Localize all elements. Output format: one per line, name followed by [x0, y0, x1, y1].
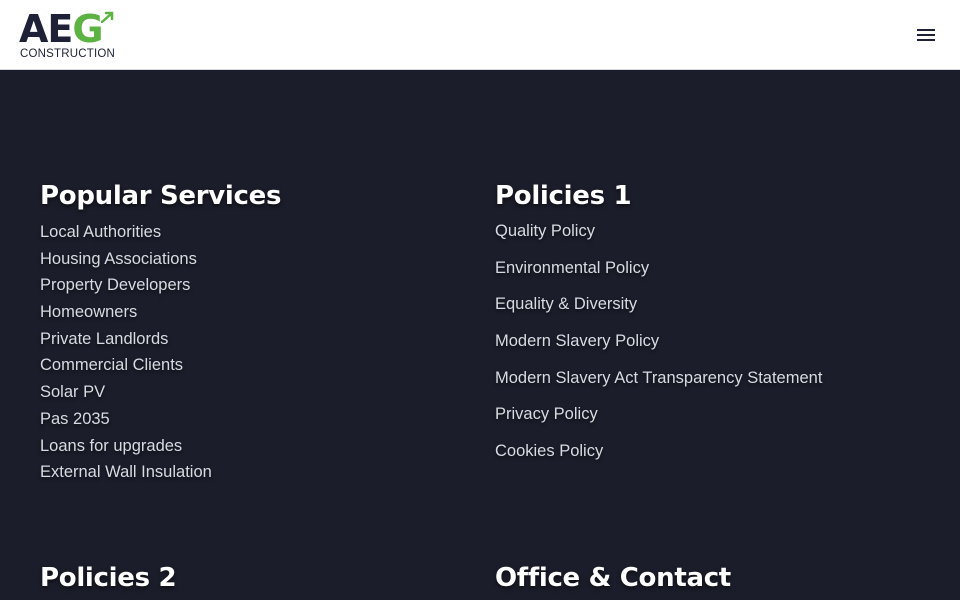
service-link[interactable]: External Wall Insulation — [40, 459, 281, 486]
policies-1-list: Quality Policy Environmental Policy Equa… — [495, 219, 822, 476]
policy-link[interactable]: Modern Slavery Act Transparency Statemen… — [495, 366, 822, 403]
policy-link[interactable]: Quality Policy — [495, 219, 822, 256]
popular-services-section: Popular Services Local Authorities Housi… — [40, 179, 281, 486]
service-link[interactable]: Commercial Clients — [40, 352, 281, 379]
policies-1-section: Policies 1 Quality Policy Environmental … — [495, 179, 822, 476]
policies-2-heading: Policies 2 — [40, 563, 177, 593]
popular-services-list: Local Authorities Housing Associations P… — [40, 219, 281, 486]
hamburger-menu-icon — [917, 29, 935, 41]
logo-arrow-icon — [101, 11, 114, 23]
service-link[interactable]: Private Landlords — [40, 326, 281, 353]
service-link[interactable]: Housing Associations — [40, 246, 281, 273]
service-link[interactable]: Pas 2035 — [40, 406, 281, 433]
menu-button[interactable] — [910, 22, 942, 48]
policy-link[interactable]: Environmental Policy — [495, 256, 822, 293]
policy-link[interactable]: Privacy Policy — [495, 402, 822, 439]
service-link[interactable]: Property Developers — [40, 272, 281, 299]
policy-link[interactable]: Equality & Diversity — [495, 292, 822, 329]
service-link[interactable]: Loans for upgrades — [40, 433, 281, 460]
policies-2-section: Policies 2 — [40, 561, 177, 595]
site-header: AEG CONSTRUCTION — [0, 0, 960, 70]
office-contact-heading: Office & Contact — [495, 563, 731, 593]
service-link[interactable]: Solar PV — [40, 379, 281, 406]
logo-subtitle: CONSTRUCTION — [20, 48, 116, 60]
popular-services-heading: Popular Services — [40, 181, 282, 211]
service-link[interactable]: Local Authorities — [40, 219, 281, 246]
policies-1-heading: Policies 1 — [495, 181, 632, 211]
office-contact-section: Office & Contact — [495, 561, 731, 595]
logo-wordmark: AEG — [19, 7, 104, 51]
service-link[interactable]: Homeowners — [40, 299, 281, 326]
policy-link[interactable]: Cookies Policy — [495, 439, 822, 476]
aeg-construction-logo[interactable]: AEG CONSTRUCTION — [19, 9, 119, 63]
policy-link[interactable]: Modern Slavery Policy — [495, 329, 822, 366]
footer-content: Popular Services Local Authorities Housi… — [0, 71, 960, 600]
